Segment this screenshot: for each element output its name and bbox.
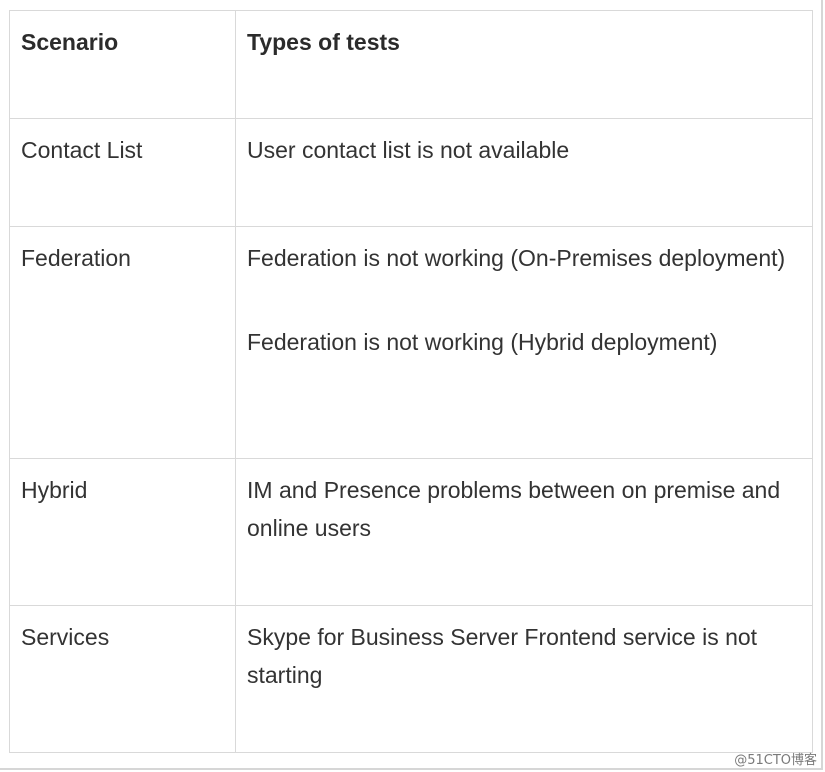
tests-cell: Federation is not working (On-Premises d… (235, 226, 813, 459)
test-description: User contact list is not available (247, 137, 570, 163)
table-row: Services Skype for Business Server Front… (9, 605, 813, 753)
scenario-cell: Hybrid (9, 458, 236, 606)
table-header-row: Scenario Types of tests (9, 10, 813, 119)
column-header-types-of-tests: Types of tests (235, 10, 813, 119)
tests-cell: IM and Presence problems between on prem… (235, 458, 813, 606)
test-description: Federation is not working (Hybrid deploy… (247, 329, 718, 355)
scenario-cell: Federation (9, 226, 236, 459)
test-description: IM and Presence problems between on prem… (247, 477, 781, 541)
column-header-scenario: Scenario (9, 10, 236, 119)
table-row: Hybrid IM and Presence problems between … (9, 458, 813, 606)
scenario-cell: Contact List (9, 118, 236, 227)
watermark: @51CTO博客 (734, 753, 817, 768)
scenario-tests-table: Scenario Types of tests Contact List Use… (9, 10, 813, 753)
table-row: Contact List User contact list is not av… (9, 118, 813, 227)
test-description: Skype for Business Server Frontend servi… (247, 624, 758, 688)
test-description: Federation is not working (On-Premises d… (247, 245, 786, 271)
tests-cell: User contact list is not available (235, 118, 813, 227)
tests-cell: Skype for Business Server Frontend servi… (235, 605, 813, 753)
table-row: Federation Federation is not working (On… (9, 226, 813, 459)
scenario-cell: Services (9, 605, 236, 753)
